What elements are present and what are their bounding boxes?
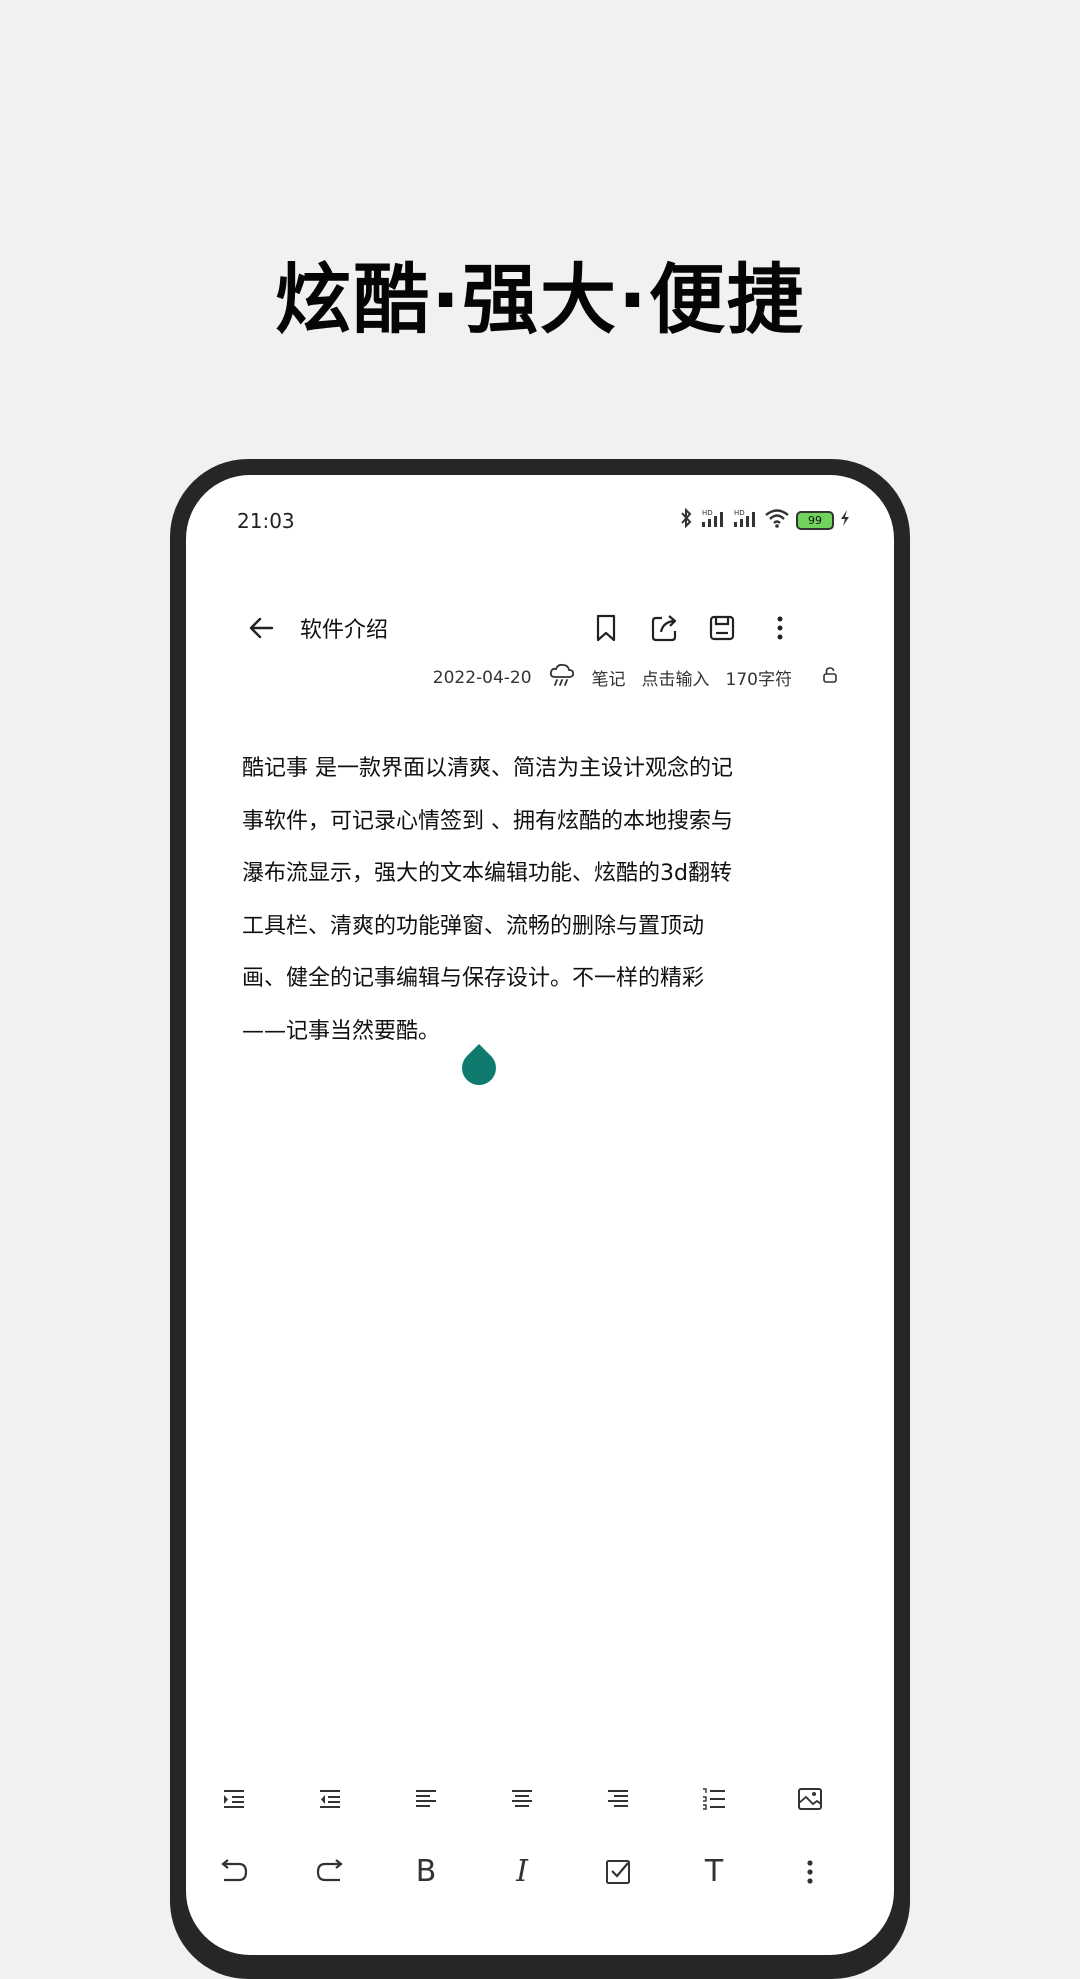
svg-text:HD: HD: [734, 509, 745, 517]
indent-decrease-icon[interactable]: [307, 1776, 353, 1822]
format-toolbar-row-1: [186, 1776, 894, 1826]
battery-icon: 99: [796, 510, 834, 530]
signal-hd-icon: HD: [700, 508, 726, 532]
lock-icon[interactable]: [822, 666, 838, 689]
bold-button[interactable]: B: [403, 1849, 449, 1895]
content-line: 工具栏、清爽的功能弹窗、流畅的删除与置顶动: [242, 913, 705, 939]
content-line: 酷记事 是一款界面以清爽、简洁为主设计观念的记: [242, 756, 733, 781]
content-line: 事软件，可记录心情签到 、拥有炫酷的本地搜索与: [242, 808, 733, 834]
content-line: 画、健全的记事编辑与保存设计。不一样的精彩: [242, 966, 705, 991]
note-location[interactable]: 点击输入: [642, 665, 710, 690]
save-icon[interactable]: [702, 608, 742, 648]
format-toolbar-row-2: B I T: [186, 1849, 894, 1899]
note-title: 软件介绍: [300, 618, 389, 643]
align-right-icon[interactable]: [595, 1776, 641, 1822]
note-category[interactable]: 笔记: [592, 665, 626, 690]
signal-hd-icon: HD: [732, 508, 758, 532]
phone-screen: 21:03 HD HD 99 软件介绍 2022-04-20 笔记 点击输入 1…: [186, 475, 894, 1955]
note-date: 2022-04-20: [432, 667, 532, 688]
wifi-icon: [764, 508, 790, 532]
note-toolbar: 软件介绍: [186, 600, 894, 660]
undo-icon[interactable]: [211, 1849, 257, 1895]
note-char-count: 170字符: [725, 670, 792, 690]
bluetooth-icon: [678, 507, 694, 532]
more-icon[interactable]: [787, 1849, 833, 1895]
align-left-icon[interactable]: [403, 1776, 449, 1822]
charging-icon: [840, 509, 850, 531]
content-line: 瀑布流显示，强大的文本编辑功能、炫酷的3d翻转: [242, 861, 732, 886]
bookmark-icon[interactable]: [586, 608, 626, 648]
back-arrow-icon[interactable]: [242, 608, 282, 648]
note-content[interactable]: 酷记事 是一款界面以清爽、简洁为主设计观念的记 事软件，可记录心情签到 、拥有炫…: [242, 743, 840, 1058]
redo-icon[interactable]: [307, 1849, 353, 1895]
note-meta-row: 2022-04-20 笔记 点击输入 170字符: [433, 662, 838, 693]
share-icon[interactable]: [644, 608, 684, 648]
promo-headline: 炫酷·强大·便捷: [275, 255, 805, 344]
svg-text:HD: HD: [702, 509, 713, 517]
content-line: ——记事当然要酷。: [242, 1018, 441, 1044]
checkbox-icon[interactable]: [595, 1849, 641, 1895]
status-icons: HD HD 99: [678, 507, 850, 532]
status-bar: 21:03 HD HD 99: [186, 475, 894, 565]
status-time: 21:03: [237, 509, 295, 533]
insert-image-icon[interactable]: [787, 1776, 833, 1822]
more-icon[interactable]: [760, 608, 800, 648]
indent-increase-icon[interactable]: [211, 1776, 257, 1822]
italic-button[interactable]: I: [499, 1849, 545, 1895]
rain-cloud-icon[interactable]: [548, 662, 576, 693]
numbered-list-icon[interactable]: [691, 1776, 737, 1822]
align-center-icon[interactable]: [499, 1776, 545, 1822]
text-size-button[interactable]: T: [691, 1849, 737, 1895]
